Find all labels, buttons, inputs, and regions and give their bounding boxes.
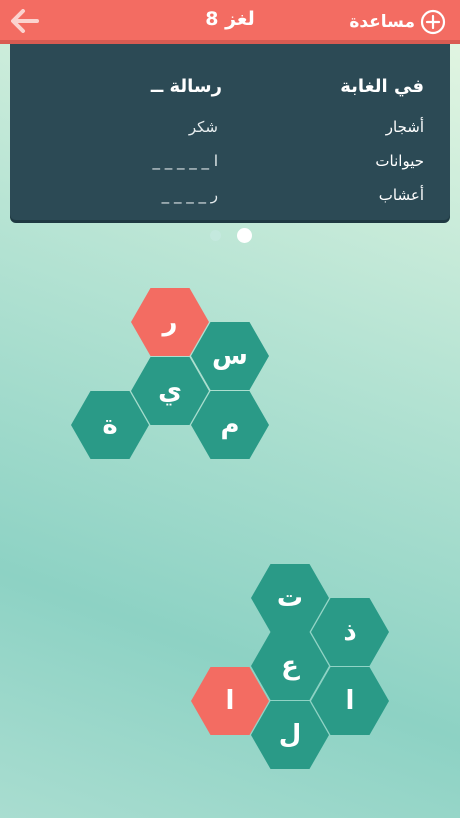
page-dot[interactable] — [210, 230, 221, 241]
plus-circle-icon — [420, 9, 446, 35]
page-dot-active[interactable] — [237, 228, 252, 243]
help-label: مساعدة — [349, 12, 415, 32]
answer-slot: ا _ _ _ _ _ — [152, 152, 218, 170]
answer-slot: ر _ _ _ _ — [161, 186, 218, 204]
page-indicator — [0, 228, 460, 244]
top-bar: لغز 8 مساعدة — [0, 0, 460, 44]
clue-item: أعشاب — [378, 186, 424, 204]
clue-item: حيوانات — [375, 152, 424, 170]
clue-panel: في الغابة أشجار حيوانات أعشاب رسالة ــ ش… — [10, 44, 450, 220]
clue-item: أشجار — [385, 118, 424, 136]
help-button[interactable]: مساعدة — [349, 8, 446, 36]
answer-title: رسالة ــ — [150, 76, 222, 97]
answer-slot: شكر — [188, 118, 218, 136]
category-title: في الغابة — [340, 76, 424, 97]
